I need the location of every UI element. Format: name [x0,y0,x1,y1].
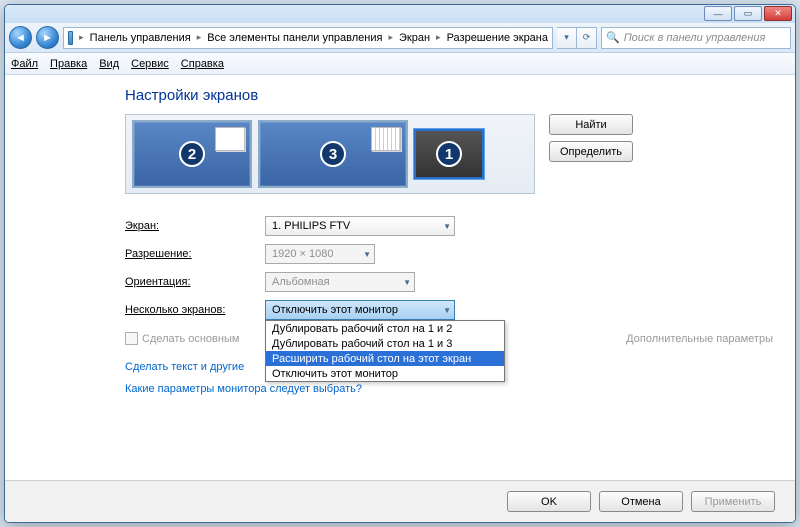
multi-display-value: Отключить этот монитор [272,304,398,316]
chevron-down-icon: ▼ [403,278,411,287]
nav-forward-button[interactable]: ► [36,26,59,49]
multi-display-wrap: Отключить этот монитор ▼ Дублировать раб… [265,300,455,320]
breadcrumb-sep: ▸ [385,32,396,43]
titlebar: — ▭ ✕ [5,5,795,23]
search-icon: 🔍 [606,31,620,44]
orientation-label: Ориентация: [125,276,265,288]
apply-button[interactable]: Применить [691,491,775,512]
monitor-number: 1 [436,141,462,167]
menu-edit[interactable]: Правка [50,58,87,70]
address-bar[interactable]: ▸ Панель управления ▸ Все элементы панел… [63,27,553,49]
orientation-select[interactable]: Альбомная ▼ [265,272,415,292]
breadcrumb-sep: ▸ [194,32,205,43]
dropdown-option[interactable]: Дублировать рабочий стол на 1 и 3 [266,336,504,351]
monitor-number: 2 [179,141,205,167]
find-button[interactable]: Найти [549,114,633,135]
screen-select[interactable]: 1. PHILIPS FTV ▼ [265,216,455,236]
dropdown-option[interactable]: Расширить рабочий стол на этот экран [266,351,504,366]
page-title: Настройки экранов [125,87,773,104]
screen-label: Экран: [125,220,265,232]
settings-form: Экран: 1. PHILIPS FTV ▼ Разрешение: 1920… [125,212,773,345]
resolution-label: Разрешение: [125,248,265,260]
multi-display-select[interactable]: Отключить этот монитор ▼ [265,300,455,320]
nav-back-button[interactable]: ◄ [9,26,32,49]
monitor-number: 3 [320,141,346,167]
address-buttons: ▾ ⟳ [557,27,597,49]
display-preview-row: 2 3 1 Найти Определить [125,114,773,194]
ok-button[interactable]: OK [507,491,591,512]
menu-service[interactable]: Сервис [131,58,169,70]
window: — ▭ ✕ ◄ ► ▸ Панель управления ▸ Все элем… [4,4,796,523]
make-primary-label: Сделать основным [142,333,239,345]
breadcrumb[interactable]: Разрешение экрана [447,32,548,44]
detect-button[interactable]: Определить [549,141,633,162]
monitor-1[interactable]: 1 [414,129,484,179]
search-placeholder: Поиск в панели управления [624,32,766,44]
chevron-down-icon: ▼ [363,250,371,259]
screen-value: 1. PHILIPS FTV [272,220,350,232]
dropdown-option[interactable]: Отключить этот монитор [266,366,504,381]
preview-side-buttons: Найти Определить [549,114,633,194]
close-button[interactable]: ✕ [764,6,792,21]
chevron-down-icon: ▼ [443,306,451,315]
address-dropdown-button[interactable]: ▾ [557,27,577,49]
menu-view[interactable]: Вид [99,58,119,70]
breadcrumb[interactable]: Панель управления [90,32,191,44]
chevron-down-icon: ▼ [443,222,451,231]
minimize-button[interactable]: — [704,6,732,21]
monitor-2[interactable]: 2 [132,120,252,188]
multi-display-dropdown: Дублировать рабочий стол на 1 и 2 Дублир… [265,320,505,382]
make-primary-checkbox[interactable] [125,332,138,345]
display-preview[interactable]: 2 3 1 [125,114,535,194]
monitor-3[interactable]: 3 [258,120,408,188]
dropdown-option[interactable]: Дублировать рабочий стол на 1 и 2 [266,321,504,336]
multi-display-label: Несколько экранов: [125,304,265,316]
menubar: Файл Правка Вид Сервис Справка [5,53,795,75]
advanced-settings-link[interactable]: Дополнительные параметры [626,333,773,345]
window-mini-icon [371,127,401,151]
breadcrumb[interactable]: Экран [399,32,430,44]
window-mini-icon [215,127,245,151]
refresh-button[interactable]: ⟳ [577,27,597,49]
resolution-value: 1920 × 1080 [272,248,333,260]
control-panel-icon [68,31,73,45]
breadcrumb-sep: ▸ [76,32,87,43]
navbar: ◄ ► ▸ Панель управления ▸ Все элементы п… [5,23,795,53]
orientation-value: Альбомная [272,276,330,288]
bottom-bar: OK Отмена Применить [5,480,795,522]
cancel-button[interactable]: Отмена [599,491,683,512]
breadcrumb[interactable]: Все элементы панели управления [207,32,382,44]
which-settings-link[interactable]: Какие параметры монитора следует выбрать… [125,383,773,395]
resolution-select[interactable]: 1920 × 1080 ▼ [265,244,375,264]
maximize-button[interactable]: ▭ [734,6,762,21]
breadcrumb-sep: ▸ [433,32,444,43]
menu-file[interactable]: Файл [11,58,38,70]
content-area: Настройки экранов 2 3 1 Найти Определить [5,75,795,522]
search-input[interactable]: 🔍 Поиск в панели управления [601,27,791,49]
menu-help[interactable]: Справка [181,58,224,70]
